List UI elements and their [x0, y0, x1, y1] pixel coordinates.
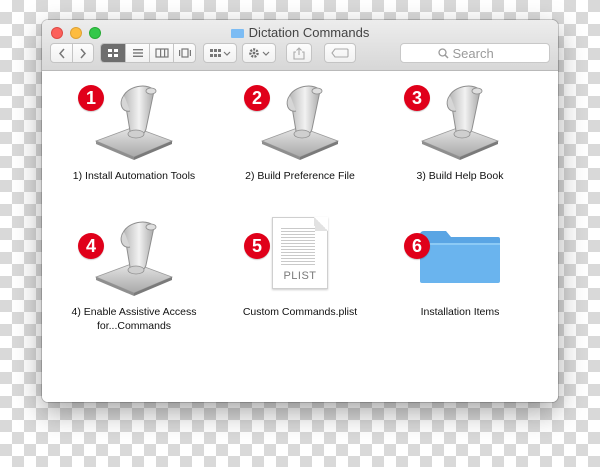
share-icon — [293, 46, 305, 60]
item-icon-wrap: 6 — [404, 217, 500, 297]
search-field[interactable] — [400, 43, 550, 63]
number-badge: 4 — [78, 233, 104, 259]
window-title-text: Dictation Commands — [248, 25, 370, 40]
file-item-build-preference-file[interactable]: 2 2) Build Preference File — [230, 81, 370, 183]
list-view-button[interactable] — [125, 44, 149, 62]
folder-icon — [420, 231, 500, 283]
icon-view-icon — [108, 49, 118, 57]
file-label: Custom Commands.plist — [242, 306, 358, 318]
finder-window: Dictation Commands Search 1 1) Install A… — [42, 20, 558, 402]
icon-view-button[interactable] — [101, 44, 125, 62]
column-view-button[interactable] — [149, 44, 173, 62]
plist-file-icon: PLIST — [272, 217, 328, 289]
file-type-badge: PLIST — [283, 270, 317, 282]
arrange-button[interactable] — [203, 43, 237, 63]
search-input[interactable] — [452, 45, 513, 61]
applescript-icon — [94, 217, 174, 297]
nav-buttons — [50, 43, 94, 63]
file-item-enable-assistive-access[interactable]: 4 4) Enable Assistive Access for...Comma… — [64, 217, 204, 333]
number-badge: 6 — [404, 233, 430, 259]
applescript-icon — [260, 81, 340, 161]
item-icon-wrap: 1 — [78, 81, 174, 161]
folder-icon — [230, 29, 244, 38]
window-title: Dictation Commands — [42, 25, 558, 40]
file-item-custom-commands-plist[interactable]: PLIST 5 Custom Commands.plist — [230, 217, 370, 319]
cover-flow-button[interactable] — [173, 44, 195, 62]
number-badge: 2 — [244, 85, 270, 111]
title-bar: Dictation Commands — [42, 20, 558, 71]
file-label: 3) Build Help Book — [416, 170, 504, 182]
applescript-icon — [94, 81, 174, 161]
column-view-icon — [154, 48, 169, 58]
file-label: Installation Items — [420, 306, 500, 318]
number-badge: 1 — [78, 85, 104, 111]
share-button[interactable] — [286, 43, 312, 63]
document-text-lines — [281, 226, 315, 266]
tag-icon — [331, 48, 349, 58]
cover-flow-icon — [178, 48, 191, 58]
file-label: 4) Enable Assistive Access for...Command… — [71, 306, 197, 332]
applescript-icon — [420, 81, 500, 161]
item-icon-wrap: 3 — [404, 81, 500, 161]
file-item-install-automation-tools[interactable]: 1 1) Install Automation Tools — [64, 81, 204, 183]
search-icon — [437, 47, 449, 59]
chevron-left-icon — [58, 48, 65, 58]
gear-icon — [249, 48, 270, 58]
file-label: 1) Install Automation Tools — [72, 170, 196, 182]
chevron-right-icon — [80, 48, 87, 58]
file-label: 2) Build Preference File — [245, 170, 355, 182]
page-corner — [314, 217, 328, 231]
file-item-build-help-book[interactable]: 3 3) Build Help Book — [390, 81, 530, 183]
back-button[interactable] — [51, 44, 72, 62]
item-icon-wrap: PLIST 5 — [244, 217, 340, 297]
view-mode-control — [100, 43, 196, 63]
number-badge: 5 — [244, 233, 270, 259]
item-icon-wrap: 4 — [78, 217, 174, 297]
tags-button[interactable] — [324, 43, 356, 63]
item-icon-wrap: 2 — [244, 81, 340, 161]
file-icon-grid: 1 1) Install Automation Tools 2 2) Build… — [42, 71, 558, 402]
action-button[interactable] — [242, 43, 276, 63]
list-view-icon — [132, 49, 143, 57]
toolbar — [42, 43, 558, 65]
grid-arrange-icon — [210, 49, 231, 57]
file-item-installation-items[interactable]: 6 Installation Items — [390, 217, 530, 319]
forward-button[interactable] — [72, 44, 93, 62]
number-badge: 3 — [404, 85, 430, 111]
